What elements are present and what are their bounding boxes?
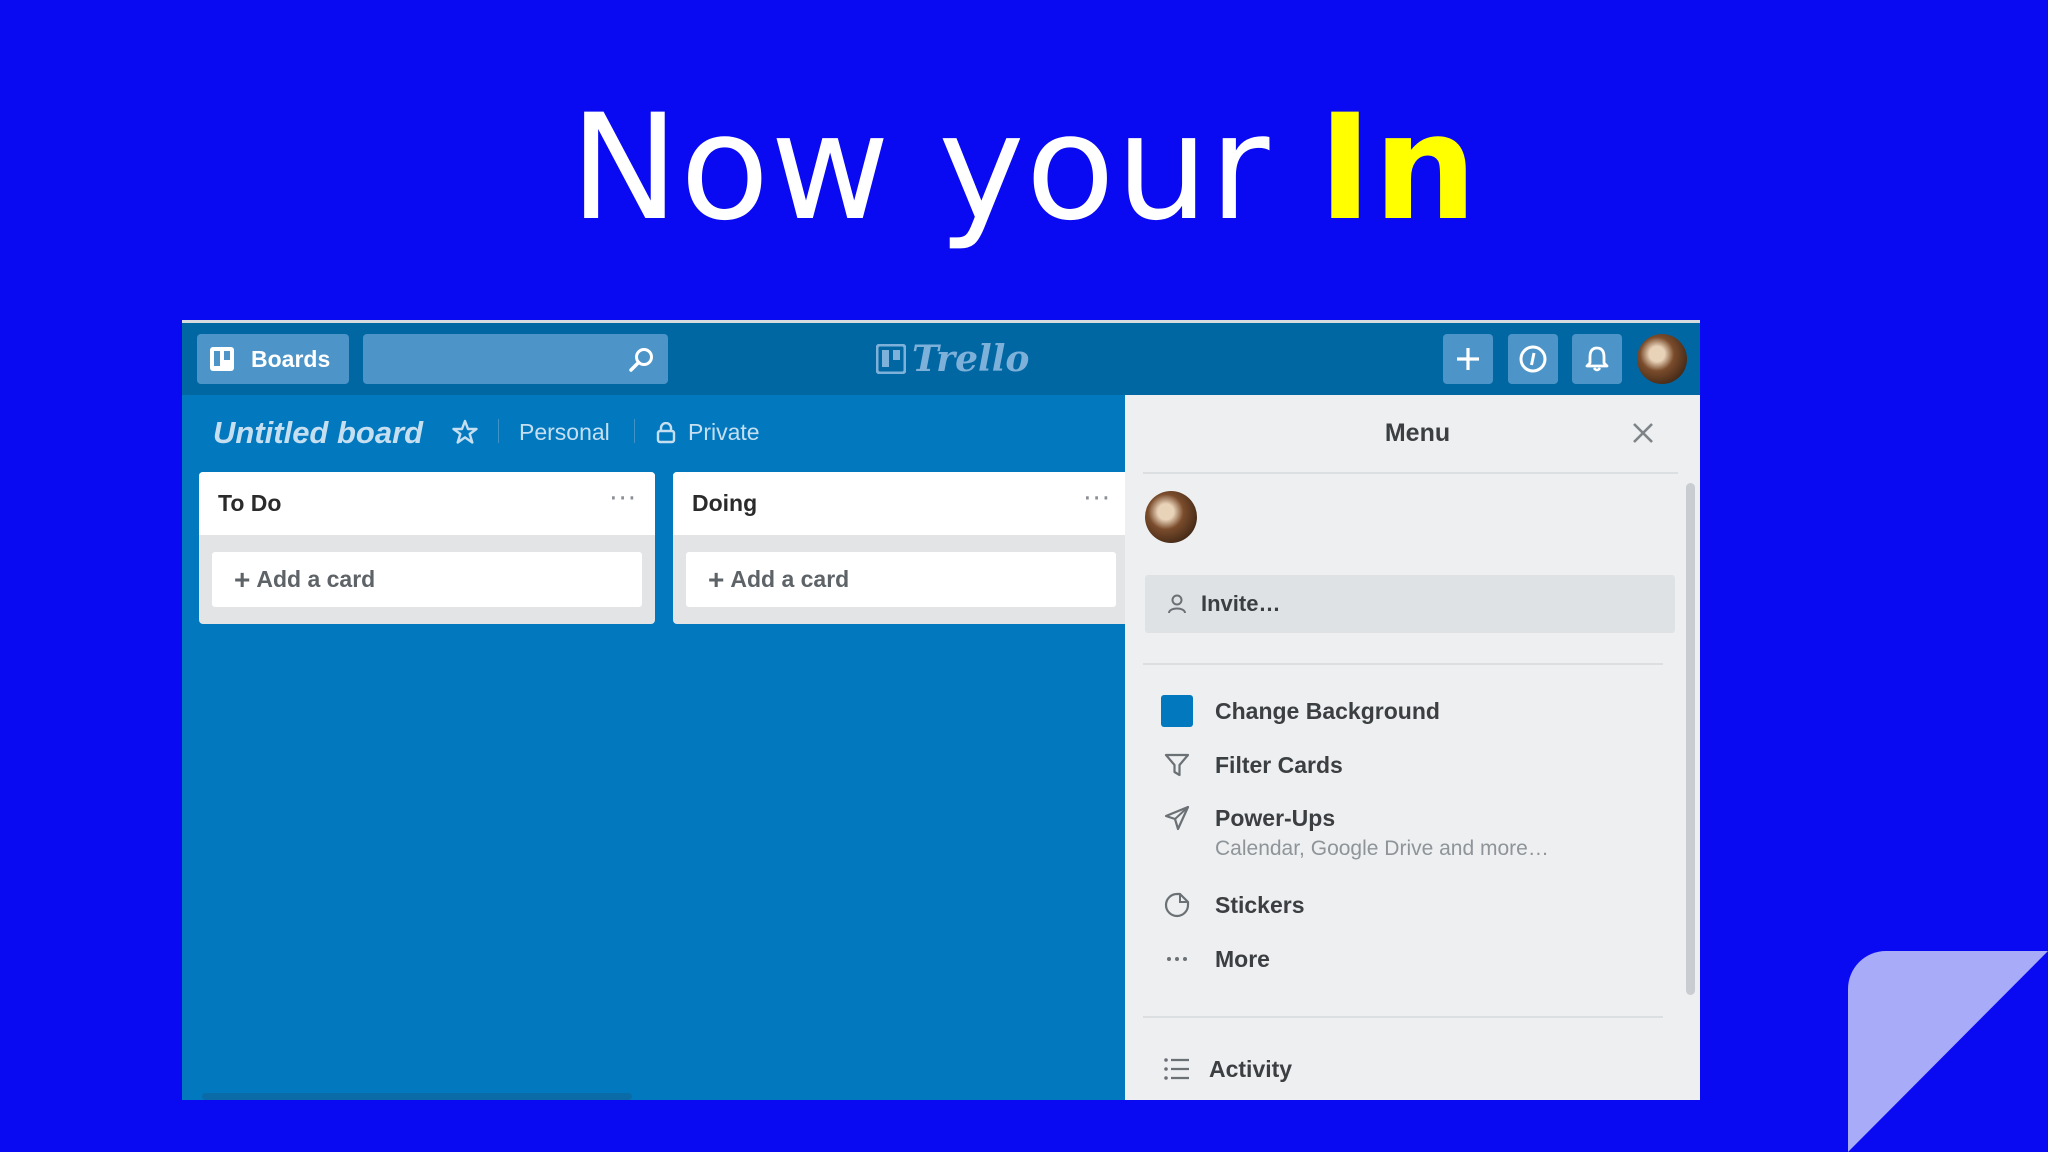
list-menu-icon[interactable]: ··· (1083, 484, 1111, 514)
board-visibility[interactable]: Private (656, 419, 760, 446)
board-header: Untitled board Personal Private (182, 395, 1122, 467)
slide-title-prefix: Now your (569, 83, 1318, 253)
horizontal-scrollbar[interactable] (202, 1093, 632, 1100)
divider (1143, 1016, 1663, 1018)
plus-icon: + (234, 563, 251, 595)
trello-screenshot: Boards Trello Untitled board Personal Pr… (182, 320, 1700, 1100)
menu-item-label: Activity (1209, 1056, 1293, 1082)
menu-item-label: Change Background (1215, 698, 1440, 724)
plus-icon: + (708, 563, 725, 595)
trello-logo-icon (876, 344, 906, 374)
plus-icon (1457, 348, 1479, 370)
trello-logo[interactable]: Trello (876, 337, 1029, 381)
menu-item-label: Power-Ups (1215, 805, 1336, 831)
boards-button[interactable]: Boards (197, 334, 349, 384)
menu-item-label: Filter Cards (1215, 752, 1343, 778)
search-icon (629, 348, 653, 372)
menu-item-label: Stickers (1215, 892, 1305, 918)
divider (634, 419, 635, 443)
info-button[interactable] (1508, 334, 1558, 384)
sticker-icon (1164, 892, 1190, 918)
menu-item-change-background[interactable]: Change Background (1161, 695, 1440, 727)
star-icon[interactable] (452, 419, 478, 445)
logo-text: Trello (912, 338, 1030, 380)
search-input[interactable] (363, 334, 668, 384)
menu-item-description: Calendar, Google Drive and more… (1215, 837, 1549, 860)
lock-icon (656, 421, 676, 443)
page-curl-decoration (1848, 951, 2048, 1152)
filter-icon (1164, 753, 1190, 777)
bell-icon (1585, 346, 1609, 372)
list-menu-icon[interactable]: ··· (609, 484, 637, 514)
close-icon[interactable] (1631, 421, 1655, 445)
divider (1143, 663, 1663, 665)
add-card-label: Add a card (256, 566, 376, 592)
member-avatar[interactable] (1145, 491, 1197, 543)
invite-button[interactable]: Invite… (1145, 575, 1675, 633)
color-swatch (1161, 695, 1193, 727)
notifications-button[interactable] (1572, 334, 1622, 384)
person-icon (1168, 594, 1186, 614)
more-icon (1167, 957, 1187, 961)
list-header: To Do ··· (199, 472, 655, 535)
divider (498, 419, 499, 443)
menu-title: Menu (1384, 419, 1451, 447)
list-doing: Doing ··· + Add a card (673, 472, 1129, 624)
menu-item-label: More (1215, 946, 1270, 972)
add-card-label: Add a card (730, 566, 850, 592)
slide-title-highlight: In (1317, 83, 1479, 253)
menu-item-stickers[interactable]: Stickers (1161, 889, 1305, 921)
menu-scrollbar[interactable] (1686, 483, 1695, 995)
list-todo: To Do ··· + Add a card (199, 472, 655, 624)
board-title[interactable]: Untitled board (213, 415, 423, 451)
visibility-label: Private (688, 419, 760, 445)
boards-label: Boards (251, 345, 331, 372)
menu-item-more[interactable]: More (1161, 943, 1270, 975)
divider (1143, 472, 1678, 474)
add-card-button[interactable]: + Add a card (212, 552, 642, 607)
add-button[interactable] (1443, 334, 1493, 384)
avatar[interactable] (1637, 334, 1687, 384)
board-team[interactable]: Personal (519, 419, 610, 446)
slide-title: Now your In (0, 88, 2048, 248)
board-menu-panel: Menu Invite… Change Background Filter Ca… (1125, 395, 1700, 1100)
menu-item-filter-cards[interactable]: Filter Cards (1161, 749, 1343, 781)
list-title[interactable]: To Do (218, 490, 281, 517)
menu-item-activity[interactable]: Activity (1161, 1053, 1292, 1085)
list-header: Doing ··· (673, 472, 1129, 535)
list-title[interactable]: Doing (692, 490, 757, 517)
info-icon (1519, 345, 1547, 373)
rocket-icon (1164, 805, 1190, 831)
top-header: Boards Trello (182, 323, 1700, 395)
boards-icon (210, 347, 234, 371)
activity-icon (1164, 1058, 1189, 1080)
invite-label: Invite… (1201, 591, 1281, 616)
add-card-button[interactable]: + Add a card (686, 552, 1116, 607)
menu-item-power-ups[interactable]: Power-Ups Calendar, Google Drive and mor… (1161, 802, 1549, 864)
